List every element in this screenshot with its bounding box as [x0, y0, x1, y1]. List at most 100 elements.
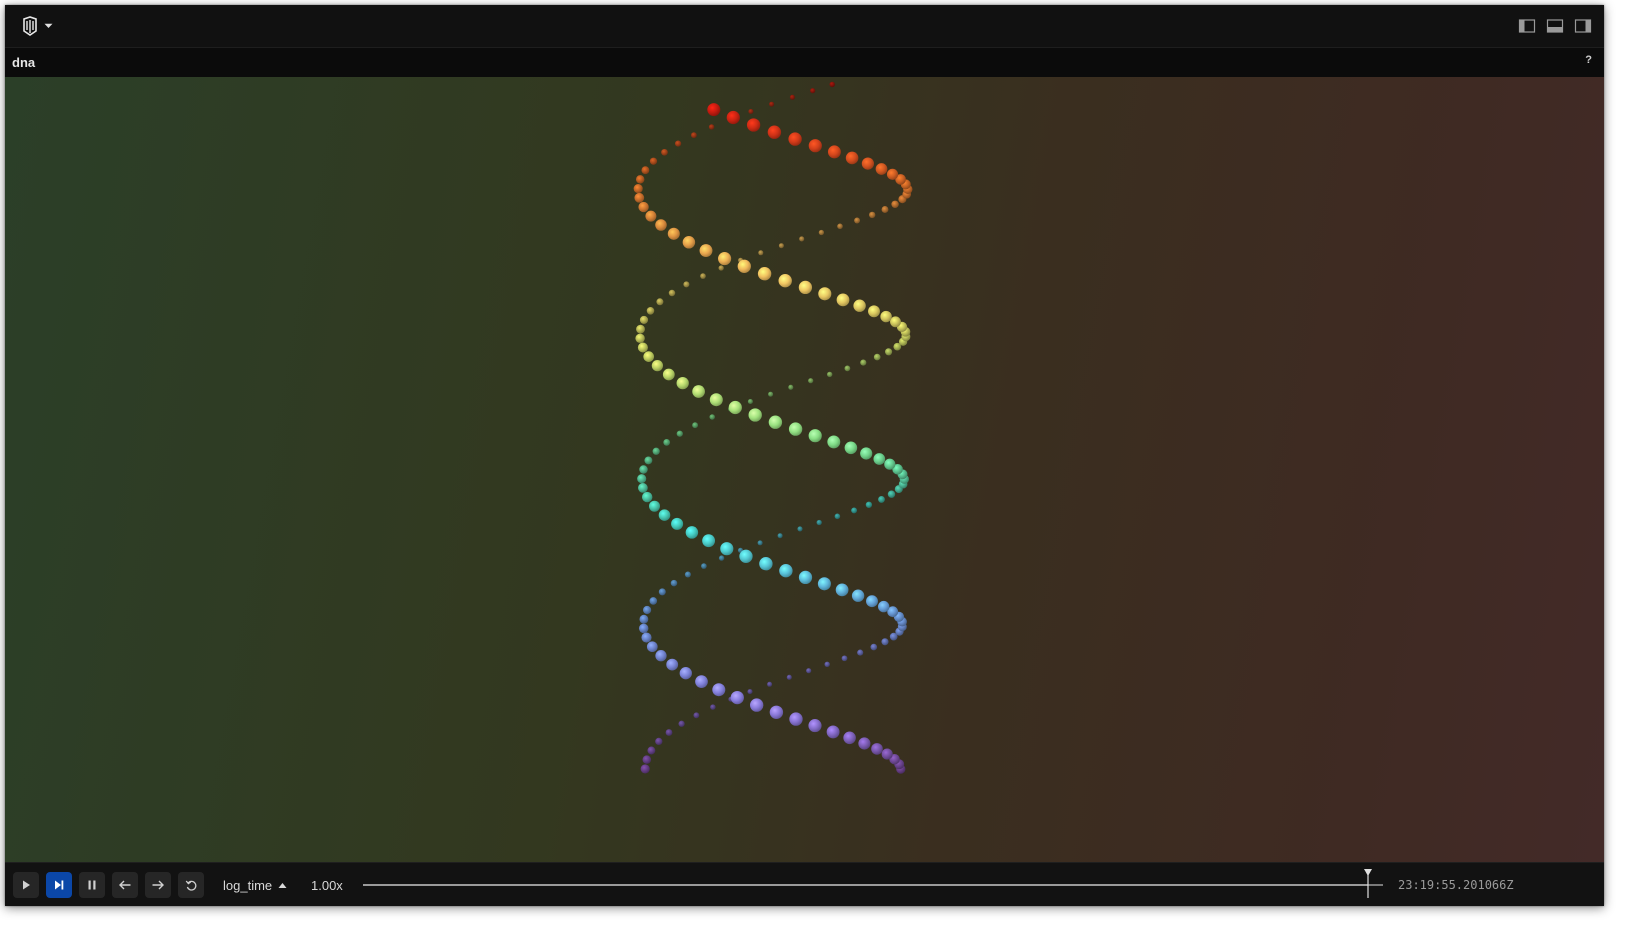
helix-point	[750, 698, 764, 712]
helix-point	[691, 132, 697, 139]
pause-button[interactable]	[79, 872, 105, 898]
helix-point	[748, 408, 762, 422]
helix-point	[778, 243, 784, 249]
helix-point	[818, 229, 825, 236]
3d-viewport[interactable]	[5, 77, 1604, 862]
left-panel-icon	[1518, 19, 1536, 33]
helix-point	[808, 378, 814, 384]
toggle-bottom-panel-button[interactable]	[1546, 17, 1564, 35]
helix-point	[808, 719, 822, 733]
helix-point	[788, 132, 802, 146]
helix-point	[649, 500, 660, 512]
helix-point	[887, 490, 896, 498]
helix-point	[643, 351, 655, 362]
helix-point	[827, 145, 841, 159]
step-forward-button[interactable]	[145, 872, 171, 898]
helix-point	[878, 600, 890, 613]
loop-button[interactable]	[178, 872, 204, 898]
toggle-right-panel-button[interactable]	[1574, 17, 1592, 35]
helix-point	[646, 307, 655, 315]
helix-point	[633, 184, 643, 194]
helix-point	[718, 265, 724, 271]
helix-point	[728, 400, 742, 415]
helix-point	[746, 118, 761, 132]
helix-point	[708, 124, 715, 130]
helix-point	[676, 430, 683, 437]
helix-point	[656, 298, 664, 306]
follow-button[interactable]	[46, 872, 72, 898]
helix-point	[829, 81, 835, 88]
helix-point	[866, 595, 878, 608]
toggle-left-panel-button[interactable]	[1518, 17, 1536, 35]
helix-point	[709, 393, 723, 407]
helix-point	[649, 157, 658, 165]
time-playhead[interactable]	[1362, 868, 1374, 898]
current-time-label: 23:19:55.201066Z	[1398, 878, 1514, 892]
helix-point	[810, 88, 816, 94]
helix-point	[692, 385, 705, 398]
helix-point	[777, 533, 783, 539]
helix-point	[891, 200, 899, 209]
time-slider-track[interactable]	[363, 884, 1383, 886]
top-bar	[5, 5, 1604, 48]
helix-point	[890, 316, 901, 328]
helix-point	[789, 712, 803, 726]
helix-point	[748, 108, 754, 115]
helix-point	[858, 737, 871, 750]
helix-point	[817, 577, 831, 591]
space-view-title[interactable]: dna	[12, 55, 35, 70]
helix-point	[655, 737, 663, 746]
help-button[interactable]: ?	[1585, 54, 1592, 66]
play-button[interactable]	[13, 872, 39, 898]
helix-point	[639, 315, 649, 324]
arrow-right-icon	[152, 880, 164, 890]
helix-point	[665, 729, 673, 736]
helix-point	[662, 368, 675, 381]
helix-point	[788, 384, 794, 390]
helix-point	[853, 299, 866, 312]
app-logo-icon	[23, 16, 37, 36]
helix-point	[709, 414, 715, 420]
chevron-down-icon	[44, 23, 53, 28]
helix-point	[671, 517, 684, 530]
helix-point	[865, 501, 873, 508]
helix-point	[699, 244, 713, 258]
helix-point	[799, 236, 805, 242]
helix-point	[726, 110, 740, 125]
helix-point	[661, 148, 668, 156]
helix-point	[880, 310, 892, 323]
helix-point	[747, 398, 753, 405]
helix-point	[881, 748, 893, 760]
helix-point	[642, 755, 652, 764]
helix-point	[638, 623, 649, 634]
helix-point	[718, 252, 732, 266]
helix-point	[827, 435, 841, 449]
helix-point	[652, 447, 660, 455]
helix-point	[700, 273, 706, 279]
helix-point	[695, 675, 708, 688]
playhead-marker-icon	[1363, 869, 1372, 898]
playback-speed[interactable]: 1.00x	[311, 878, 343, 893]
helix-point	[769, 705, 784, 719]
helix-point	[670, 579, 678, 587]
timeline-selector[interactable]: log_time	[223, 878, 287, 893]
app-menu-button[interactable]	[19, 14, 59, 38]
helix-point	[678, 720, 685, 727]
helix-point	[668, 289, 676, 297]
helix-point	[655, 219, 667, 231]
helix-point	[806, 668, 812, 674]
helix-point	[797, 526, 803, 532]
helix-point	[875, 163, 888, 175]
helix-point	[757, 540, 763, 546]
helix-point	[861, 157, 875, 170]
helix-point	[844, 441, 858, 455]
helix-point	[683, 281, 690, 288]
helix-point	[693, 712, 700, 719]
helix-point	[841, 655, 848, 662]
helix-point	[860, 359, 867, 366]
helix-point	[641, 166, 650, 175]
caret-up-icon	[278, 883, 287, 888]
step-back-button[interactable]	[112, 872, 138, 898]
helix-point	[692, 422, 699, 429]
arrow-left-icon	[119, 880, 131, 890]
